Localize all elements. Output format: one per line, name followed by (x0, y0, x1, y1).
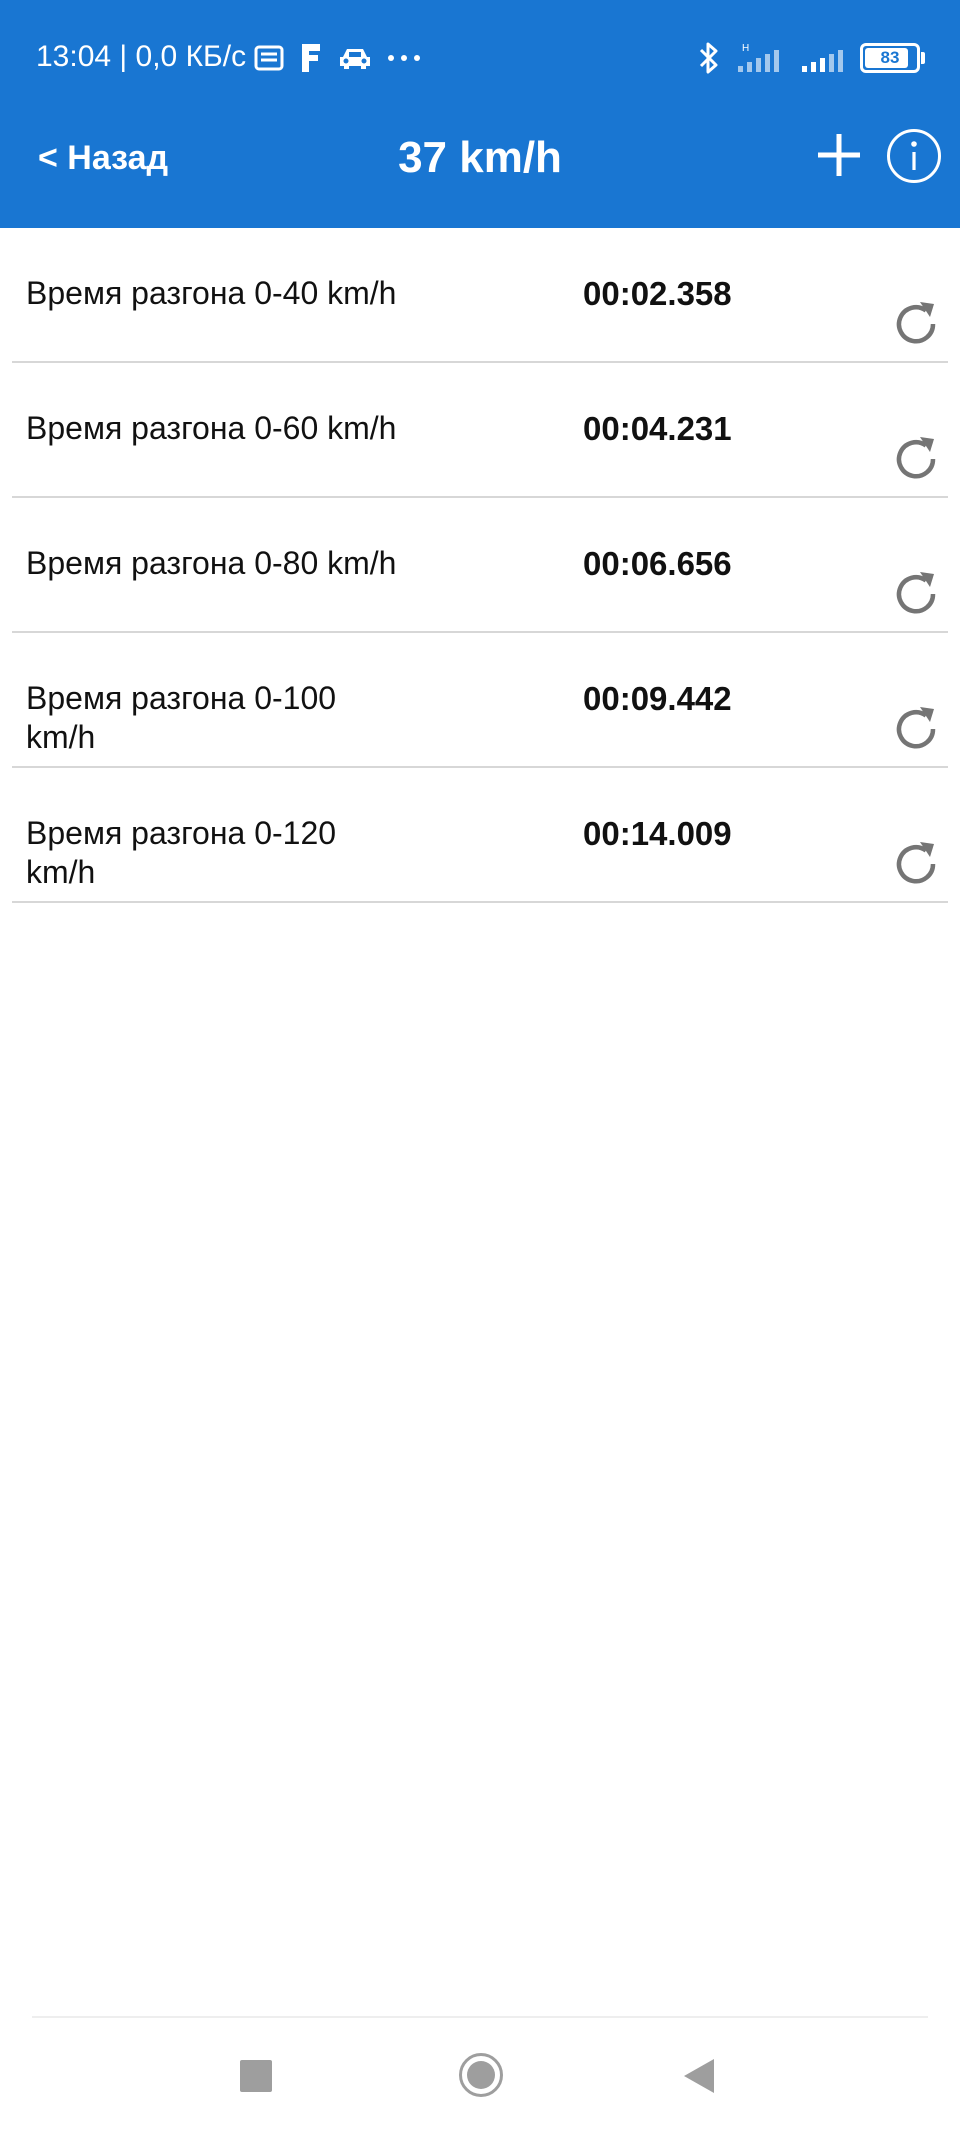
signal-icon: H (738, 43, 779, 72)
acceleration-list: Время разгона 0-40 km/h 00:02.358 Время … (12, 228, 948, 903)
acceleration-time: 00:09.442 (583, 680, 732, 717)
list-item: Время разгона 0-100 km/h 00:09.442 (12, 633, 948, 768)
list-item: Время разгона 0-60 km/h 00:04.231 (12, 363, 948, 498)
recents-square-icon[interactable] (240, 2060, 272, 2092)
back-triangle-icon[interactable] (682, 2057, 716, 2095)
signal-icon (802, 50, 843, 72)
list-item: Время разгона 0-120 km/h 00:14.009 (12, 768, 948, 903)
refresh-icon[interactable] (890, 298, 942, 350)
refresh-icon[interactable] (890, 568, 942, 620)
battery-level: 83 (880, 48, 900, 67)
f-app-icon (302, 44, 320, 72)
status-time: 13:04 | 0,0 КБ/с (36, 40, 247, 73)
svg-text:H: H (742, 43, 749, 54)
system-nav-divider (32, 2016, 928, 2018)
refresh-icon[interactable] (890, 703, 942, 755)
refresh-icon[interactable] (890, 838, 942, 890)
navigation-bar: < Назад 37 km/h (0, 112, 960, 228)
acceleration-time: 00:02.358 (583, 275, 732, 312)
car-icon (340, 49, 370, 69)
bluetooth-icon (699, 42, 718, 74)
list-item: Время разгона 0-80 km/h 00:06.656 (12, 498, 948, 633)
status-icons-left (254, 40, 422, 76)
info-icon[interactable] (886, 128, 942, 184)
battery-icon: 83 (860, 43, 925, 73)
acceleration-label: Время разгона 0-120 km/h (26, 815, 337, 890)
status-icons-right: H 83 (698, 38, 925, 78)
acceleration-label: Время разгона 0-100 km/h (26, 680, 337, 755)
more-dots-icon (388, 55, 420, 61)
plus-icon[interactable] (814, 130, 864, 180)
notification-icon (254, 45, 284, 71)
app-header: 13:04 | 0,0 КБ/с H 83 < Назад 37 km/h (0, 0, 960, 228)
refresh-icon[interactable] (890, 433, 942, 485)
acceleration-label: Время разгона 0-60 km/h (26, 410, 397, 446)
acceleration-time: 00:06.656 (583, 545, 732, 582)
acceleration-time: 00:04.231 (583, 410, 732, 447)
list-item: Время разгона 0-40 km/h 00:02.358 (12, 228, 948, 363)
home-circle-icon[interactable] (458, 2052, 504, 2098)
acceleration-label: Время разгона 0-40 km/h (26, 275, 397, 311)
acceleration-time: 00:14.009 (583, 815, 732, 852)
acceleration-label: Время разгона 0-80 km/h (26, 545, 397, 581)
status-bar: 13:04 | 0,0 КБ/с H 83 (0, 0, 960, 112)
